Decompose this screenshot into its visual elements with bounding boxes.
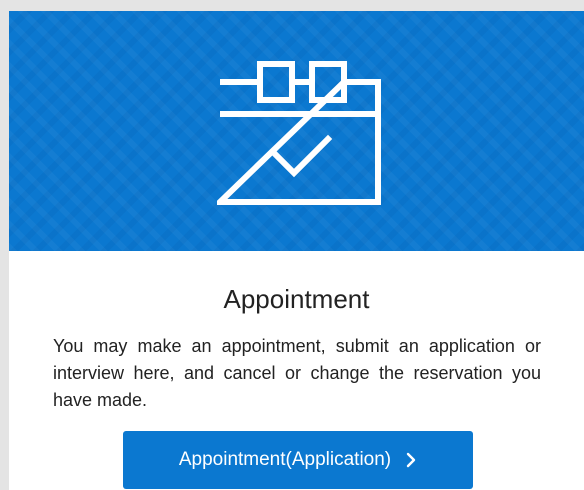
card-title: Appointment — [223, 284, 370, 314]
appointment-application-button-label: Appointment(Application) — [178, 449, 392, 470]
appointment-card: Appointment You may make an appointment,… — [9, 11, 584, 490]
appointment-banner — [9, 11, 584, 251]
calendar-check-icon — [217, 61, 381, 205]
chevron-right-icon — [406, 452, 416, 468]
appointment-application-button[interactable]: Appointment(Application) — [123, 431, 473, 489]
card-description: You may make an appointment, submit an a… — [53, 336, 541, 410]
